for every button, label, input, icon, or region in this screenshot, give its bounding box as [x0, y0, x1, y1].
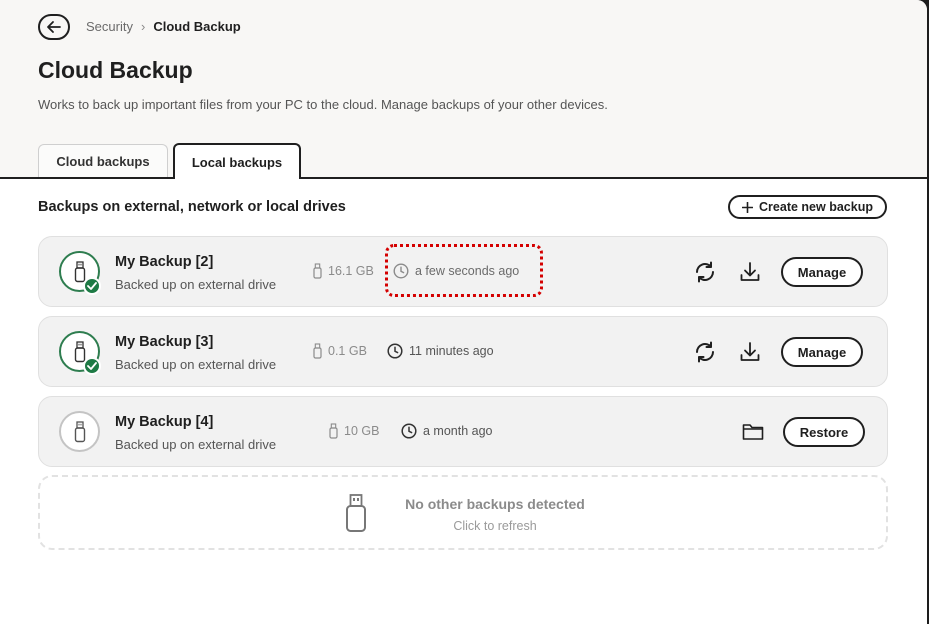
usb-drive-icon [74, 260, 85, 282]
backup-size: 16.1 GB [313, 263, 374, 279]
create-new-backup-label: Create new backup [759, 200, 873, 214]
usb-drive-icon [74, 420, 85, 442]
check-icon [83, 357, 101, 375]
usb-drive-small-icon [329, 423, 338, 439]
usb-drive-circle [59, 411, 100, 452]
folder-icon [742, 424, 764, 440]
backup-card[interactable]: My Backup [3] Backed up on external driv… [38, 316, 888, 387]
back-button[interactable] [38, 14, 70, 40]
breadcrumb: Security › Cloud Backup [86, 19, 241, 34]
create-new-backup-button[interactable]: Create new backup [728, 195, 887, 219]
section-title: Backups on external, network or local dr… [38, 199, 346, 215]
backup-time-value: 11 minutes ago [409, 344, 494, 358]
backup-name: My Backup [4] [115, 414, 214, 430]
check-icon [83, 277, 101, 295]
backup-status: Backed up on external drive [115, 357, 277, 372]
tab-active-gap [175, 177, 299, 179]
highlight-annotation [385, 244, 543, 297]
backup-time: 11 minutes ago [387, 343, 494, 359]
manage-button[interactable]: Manage [781, 337, 863, 367]
backup-size-value: 10 GB [344, 424, 380, 438]
download-button[interactable] [737, 259, 763, 285]
tab-local-backups[interactable]: Local backups [173, 143, 301, 179]
breadcrumb-current: Cloud Backup [153, 19, 241, 34]
page-title: Cloud Backup [38, 57, 193, 83]
breadcrumb-separator: › [140, 19, 146, 34]
usb-drive-small-icon [313, 343, 322, 359]
tab-divider [0, 177, 927, 179]
plus-icon [742, 201, 754, 213]
backup-name: My Backup [2] [115, 254, 214, 270]
page-description: Works to back up important files from yo… [38, 97, 608, 112]
backup-status: Backed up on external drive [115, 277, 277, 292]
refresh-backups-card[interactable]: No other backups detected Click to refre… [38, 475, 888, 550]
restore-button[interactable]: Restore [783, 417, 865, 447]
app-window: Security › Cloud Backup Cloud Backup Wor… [0, 0, 927, 624]
refresh-link[interactable]: Click to refresh [40, 519, 927, 533]
backup-card[interactable]: My Backup [2] Backed up on external driv… [38, 236, 888, 307]
backup-size: 10 GB [329, 423, 379, 439]
sync-button[interactable] [692, 339, 718, 365]
arrow-left-icon [47, 21, 61, 33]
tab-cloud-backups[interactable]: Cloud backups [38, 144, 168, 178]
manage-button[interactable]: Manage [781, 257, 863, 287]
clock-icon [387, 343, 403, 359]
backup-status: Backed up on external drive [115, 437, 277, 452]
backup-size: 0.1 GB [313, 343, 367, 359]
backup-size-value: 16.1 GB [328, 264, 374, 278]
download-button[interactable] [737, 339, 763, 365]
breadcrumb-security[interactable]: Security [86, 19, 133, 34]
backup-time-value: a month ago [423, 424, 493, 438]
sync-icon [696, 261, 714, 283]
clock-icon [401, 423, 417, 439]
empty-title: No other backups detected [405, 496, 585, 512]
open-folder-button[interactable] [740, 419, 766, 445]
backup-time: a month ago [401, 423, 493, 439]
backup-size-value: 0.1 GB [328, 344, 367, 358]
sync-icon [696, 341, 714, 363]
download-icon [740, 342, 760, 361]
sync-button[interactable] [692, 259, 718, 285]
usb-drive-icon [74, 340, 85, 362]
download-icon [740, 262, 760, 281]
usb-drive-small-icon [313, 263, 322, 279]
backup-name: My Backup [3] [115, 334, 214, 350]
backup-card[interactable]: My Backup [4] Backed up on external driv… [38, 396, 888, 467]
